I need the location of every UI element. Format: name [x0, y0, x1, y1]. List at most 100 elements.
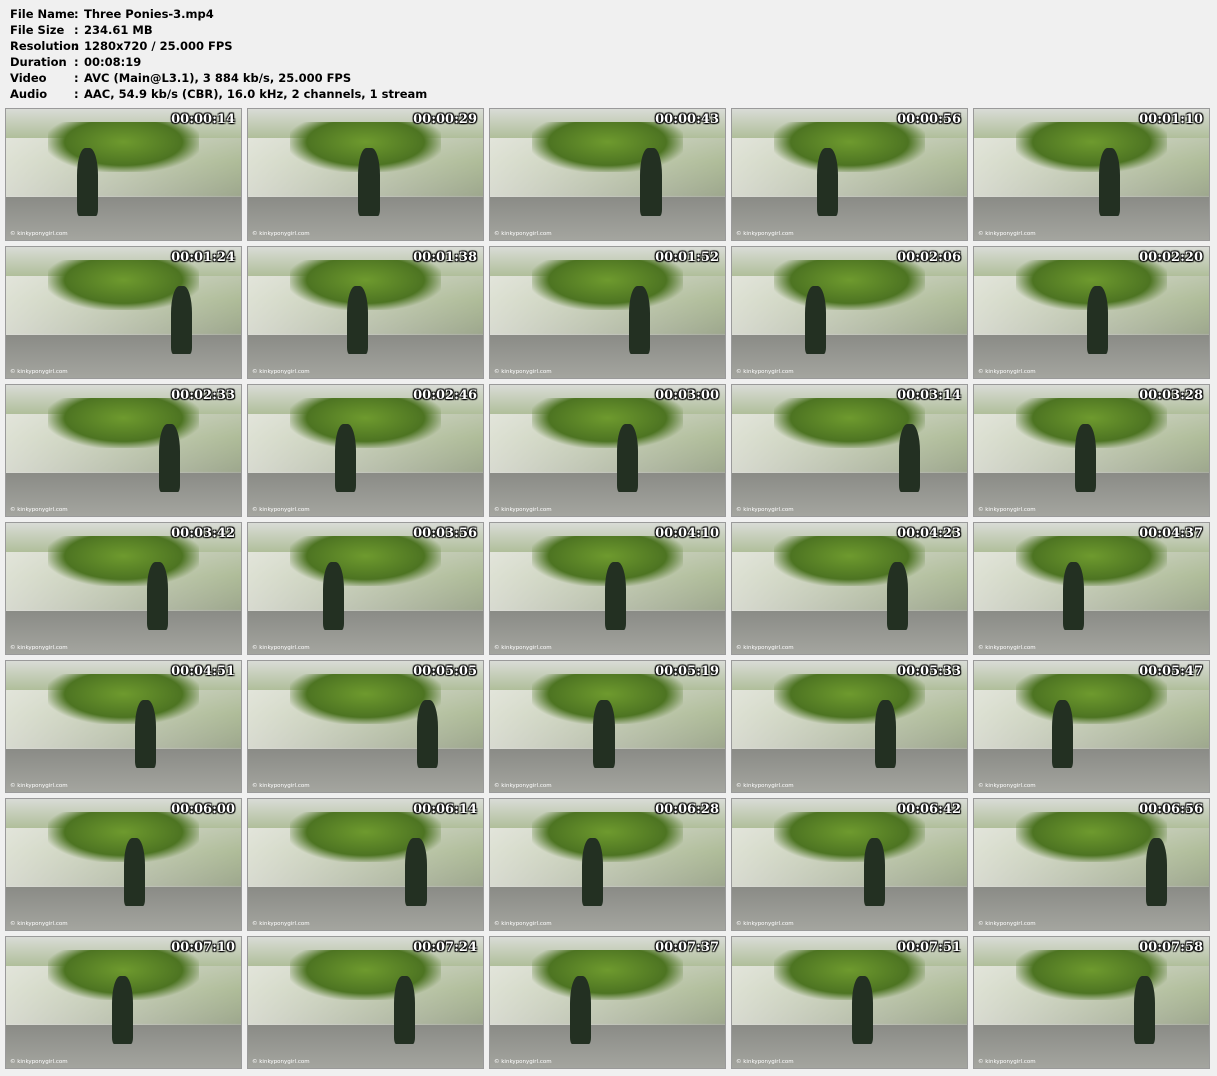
video-thumbnail[interactable]: 00:04:51 © kinkyponygirl.com	[5, 660, 242, 793]
video-thumbnail[interactable]: 00:07:24 © kinkyponygirl.com	[247, 936, 484, 1069]
thumbnail-watermark: © kinkyponygirl.com	[252, 369, 310, 375]
thumbnail-scene-ivy	[532, 260, 683, 310]
video-thumbnail[interactable]: 00:01:10 © kinkyponygirl.com	[973, 108, 1210, 241]
video-thumbnail[interactable]: 00:06:00 © kinkyponygirl.com	[5, 798, 242, 931]
video-thumbnail[interactable]: 00:07:10 © kinkyponygirl.com	[5, 936, 242, 1069]
info-key: File Name	[10, 7, 75, 21]
info-row: Video: AVC (Main@L3.1), 3 884 kb/s, 25.00…	[10, 70, 427, 86]
thumbnail-scene-figure	[616, 424, 639, 493]
video-thumbnail[interactable]: 00:05:33 © kinkyponygirl.com	[731, 660, 968, 793]
thumbnail-watermark: © kinkyponygirl.com	[252, 1059, 310, 1065]
video-thumbnail[interactable]: 00:05:47 © kinkyponygirl.com	[973, 660, 1210, 793]
thumbnail-timestamp: 00:04:37	[1139, 526, 1203, 541]
video-thumbnail[interactable]: 00:01:38 © kinkyponygirl.com	[247, 246, 484, 379]
video-thumbnail[interactable]: 00:02:46 © kinkyponygirl.com	[247, 384, 484, 517]
thumbnail-scene-figure	[135, 700, 157, 769]
video-thumbnail[interactable]: 00:04:37 © kinkyponygirl.com	[973, 522, 1210, 655]
thumbnail-timestamp: 00:04:23	[897, 526, 961, 541]
info-value: 1280x720 / 25.000 FPS	[84, 39, 233, 53]
video-thumbnail[interactable]: 00:02:20 © kinkyponygirl.com	[973, 246, 1210, 379]
video-thumbnail[interactable]: 00:03:28 © kinkyponygirl.com	[973, 384, 1210, 517]
video-thumbnail[interactable]: 00:04:23 © kinkyponygirl.com	[731, 522, 968, 655]
video-thumbnail[interactable]: 00:01:52 © kinkyponygirl.com	[489, 246, 726, 379]
thumbnail-scene-ivy	[774, 950, 925, 1000]
thumbnail-watermark: © kinkyponygirl.com	[10, 1059, 68, 1065]
thumbnail-scene-ivy	[48, 674, 199, 724]
video-thumbnail[interactable]: 00:07:51 © kinkyponygirl.com	[731, 936, 968, 1069]
thumbnail-timestamp: 00:07:58	[1139, 940, 1203, 955]
thumbnail-scene-figure	[593, 700, 615, 769]
video-thumbnail[interactable]: 00:06:14 © kinkyponygirl.com	[247, 798, 484, 931]
thumbnail-scene-ivy	[532, 398, 683, 448]
video-thumbnail[interactable]: 00:02:33 © kinkyponygirl.com	[5, 384, 242, 517]
thumbnail-timestamp: 00:02:33	[171, 388, 235, 403]
thumbnail-watermark: © kinkyponygirl.com	[978, 369, 1036, 375]
video-thumbnail[interactable]: 00:06:28 © kinkyponygirl.com	[489, 798, 726, 931]
thumbnail-timestamp: 00:02:06	[897, 250, 961, 265]
thumbnail-timestamp: 00:00:43	[655, 112, 719, 127]
thumbnail-scene-figure	[875, 700, 897, 769]
thumbnail-scene-figure	[1063, 562, 1085, 631]
thumbnail-timestamp: 00:01:38	[413, 250, 477, 265]
info-separator: :	[74, 71, 79, 85]
video-thumbnail[interactable]: 00:03:00 © kinkyponygirl.com	[489, 384, 726, 517]
video-thumbnail[interactable]: 00:03:42 © kinkyponygirl.com	[5, 522, 242, 655]
info-value: AVC (Main@L3.1), 3 884 kb/s, 25.000 FPS	[84, 71, 352, 85]
thumbnail-scene-ivy	[1016, 122, 1167, 172]
thumbnail-scene-figure	[158, 424, 180, 493]
thumbnail-scene-figure	[323, 562, 345, 631]
video-thumbnail[interactable]: 00:00:56 © kinkyponygirl.com	[731, 108, 968, 241]
thumbnail-watermark: © kinkyponygirl.com	[10, 369, 68, 375]
thumbnail-watermark: © kinkyponygirl.com	[978, 1059, 1036, 1065]
file-info-panel: File Name: Three Ponies-3.mp4 File Size:23…	[10, 6, 427, 102]
info-separator: :	[74, 39, 79, 53]
thumbnail-timestamp: 00:05:05	[413, 664, 477, 679]
thumbnail-watermark: © kinkyponygirl.com	[978, 645, 1036, 651]
thumbnail-watermark: © kinkyponygirl.com	[252, 507, 310, 513]
thumbnail-scene-ivy	[774, 260, 925, 310]
thumbnail-scene-figure	[1098, 148, 1120, 217]
thumbnail-timestamp: 00:07:10	[171, 940, 235, 955]
info-row: File Name: Three Ponies-3.mp4	[10, 6, 427, 22]
video-thumbnail[interactable]: 00:02:06 © kinkyponygirl.com	[731, 246, 968, 379]
thumbnail-timestamp: 00:07:24	[413, 940, 477, 955]
video-thumbnail[interactable]: 00:00:43 © kinkyponygirl.com	[489, 108, 726, 241]
video-thumbnail[interactable]: 00:00:29 © kinkyponygirl.com	[247, 108, 484, 241]
thumbnail-scene-ivy	[1016, 812, 1167, 862]
video-thumbnail[interactable]: 00:04:10 © kinkyponygirl.com	[489, 522, 726, 655]
video-thumbnail[interactable]: 00:01:24 © kinkyponygirl.com	[5, 246, 242, 379]
thumbnail-scene-ivy	[48, 536, 199, 586]
thumbnail-scene-figure	[123, 838, 145, 907]
thumbnail-timestamp: 00:06:42	[897, 802, 961, 817]
thumbnail-scene-figure	[1145, 838, 1167, 907]
thumbnail-timestamp: 00:03:14	[897, 388, 961, 403]
info-value: AAC, 54.9 kb/s (CBR), 16.0 kHz, 2 channe…	[84, 87, 428, 101]
thumbnail-timestamp: 00:00:14	[171, 112, 235, 127]
thumbnail-watermark: © kinkyponygirl.com	[494, 507, 552, 513]
info-separator: :	[74, 55, 79, 69]
video-thumbnail[interactable]: 00:07:58 © kinkyponygirl.com	[973, 936, 1210, 1069]
thumbnail-watermark: © kinkyponygirl.com	[494, 369, 552, 375]
video-thumbnail[interactable]: 00:07:37 © kinkyponygirl.com	[489, 936, 726, 1069]
thumbnail-watermark: © kinkyponygirl.com	[978, 231, 1036, 237]
thumbnail-timestamp: 00:06:56	[1139, 802, 1203, 817]
thumbnail-scene-figure	[887, 562, 909, 631]
video-thumbnail[interactable]: 00:06:42 © kinkyponygirl.com	[731, 798, 968, 931]
video-thumbnail[interactable]: 00:03:14 © kinkyponygirl.com	[731, 384, 968, 517]
info-separator: :	[74, 23, 79, 37]
video-thumbnail[interactable]: 00:00:14 © kinkyponygirl.com	[5, 108, 242, 241]
thumbnail-timestamp: 00:06:14	[413, 802, 477, 817]
thumbnail-scene-figure	[1075, 424, 1097, 493]
thumbnail-scene-ivy	[290, 536, 441, 586]
thumbnail-timestamp: 00:02:46	[413, 388, 477, 403]
thumbnail-watermark: © kinkyponygirl.com	[736, 783, 794, 789]
video-thumbnail[interactable]: 00:05:19 © kinkyponygirl.com	[489, 660, 726, 793]
thumbnail-scene-ivy	[290, 950, 441, 1000]
thumbnail-watermark: © kinkyponygirl.com	[10, 645, 68, 651]
video-thumbnail[interactable]: 00:05:05 © kinkyponygirl.com	[247, 660, 484, 793]
video-thumbnail[interactable]: 00:06:56 © kinkyponygirl.com	[973, 798, 1210, 931]
video-thumbnail[interactable]: 00:03:56 © kinkyponygirl.com	[247, 522, 484, 655]
thumbnail-watermark: © kinkyponygirl.com	[252, 783, 310, 789]
thumbnail-scene-ivy	[532, 950, 683, 1000]
thumbnail-scene-figure	[393, 976, 415, 1045]
